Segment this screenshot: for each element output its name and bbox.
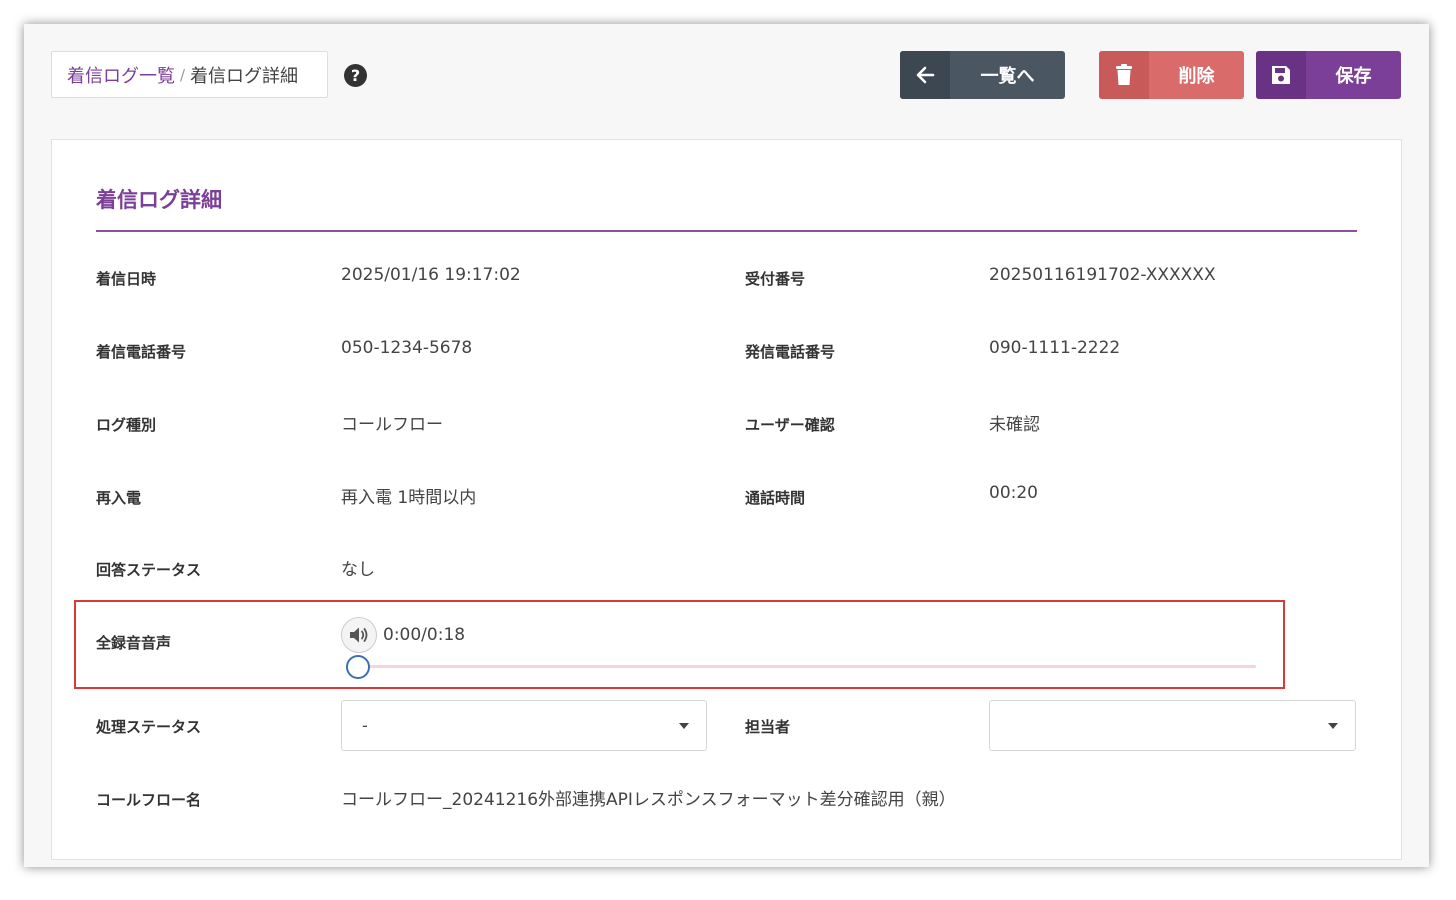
answer-status-label: 回答ステータス [96,561,202,579]
breadcrumb: 着信ログ一覧 / 着信ログ詳細 [51,51,328,98]
owner-label: 担当者 [745,718,791,736]
user-check-value: 未確認 [989,415,1040,435]
breadcrumb-current: 着信ログ詳細 [190,65,299,87]
delete-button[interactable]: 削除 [1099,51,1244,99]
title-divider [96,230,1357,232]
breadcrumb-link-log-list[interactable]: 着信ログ一覧 [67,62,175,88]
app-window: 着信ログ一覧 / 着信ログ詳細 ? 一覧へ 削除 保存 着信ログ詳細 着信日時 … [24,24,1429,867]
owner-select[interactable] [989,700,1356,751]
recording-label: 全録音音声 [96,634,172,652]
save-button[interactable]: 保存 [1256,51,1401,99]
log-type-label: ログ種別 [96,416,157,434]
reception-no-value: 20250116191702-XXXXXX [989,265,1216,285]
duration-value: 00:20 [989,483,1038,503]
answer-status-value: なし [341,560,375,580]
incoming-number-label: 着信電話番号 [96,343,187,361]
audio-seek-thumb[interactable] [346,655,370,679]
caret-down-icon [1328,723,1338,729]
log-type-value: コールフロー [341,415,443,435]
trash-icon [1099,51,1149,99]
speaker-icon [350,627,368,643]
save-button-label: 保存 [1335,66,1372,87]
arrow-left-icon [900,51,950,99]
duration-label: 通話時間 [745,489,806,507]
callflow-name-value: コールフロー_20241216外部連携APIレスポンスフォーマット差分確認用（親… [341,790,956,810]
help-icon[interactable]: ? [344,64,367,87]
process-status-selected: - [362,716,368,735]
card-title: 着信ログ詳細 [96,188,222,212]
recording-highlight-box [74,600,1285,689]
breadcrumb-separator: / [180,65,186,84]
received-at-label: 着信日時 [96,270,157,288]
back-to-list-button[interactable]: 一覧へ [900,51,1065,99]
recall-label: 再入電 [96,489,142,507]
received-at-value: 2025/01/16 19:17:02 [341,265,521,285]
audio-seek-track[interactable] [358,665,1256,668]
process-status-label: 処理ステータス [96,718,202,736]
recall-value: 再入電 1時間以内 [341,488,477,508]
volume-button[interactable] [341,617,377,653]
recording-time: 0:00/0:18 [383,625,466,645]
back-button-label: 一覧へ [980,66,1035,87]
caller-number-value: 090-1111-2222 [989,338,1121,358]
process-status-select[interactable]: - [341,700,707,751]
detail-card: 着信ログ詳細 着信日時 2025/01/16 19:17:02 受付番号 202… [51,139,1402,860]
callflow-name-label: コールフロー名 [96,791,202,809]
delete-button-label: 削除 [1178,66,1215,87]
floppy-disk-icon [1256,51,1306,99]
reception-no-label: 受付番号 [745,270,806,288]
user-check-label: ユーザー確認 [745,416,835,434]
caller-number-label: 発信電話番号 [745,343,836,361]
caret-down-icon [679,723,689,729]
incoming-number-value: 050-1234-5678 [341,338,473,358]
